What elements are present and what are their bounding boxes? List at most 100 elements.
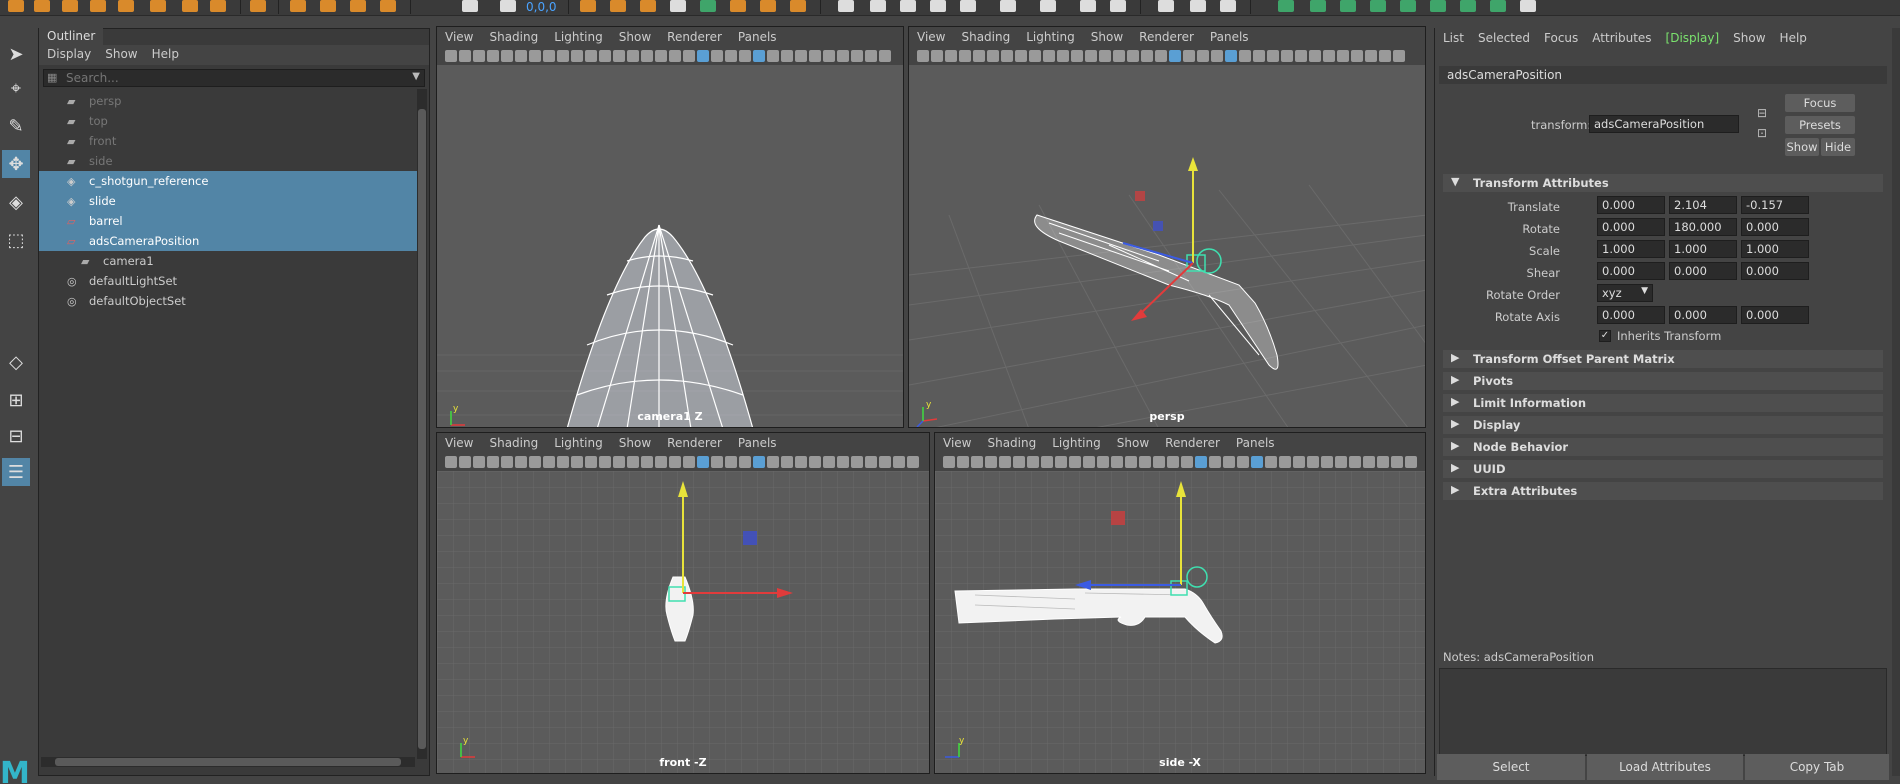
outliner-item[interactable]: ▰ front	[39, 131, 417, 151]
shelf-split-icon[interactable]	[760, 0, 776, 12]
shelf-merge-icon[interactable]	[730, 0, 746, 12]
viewport-tool-icon[interactable]	[683, 50, 695, 62]
viewport-tool-icon[interactable]	[1043, 50, 1055, 62]
viewport-tool-icon[interactable]	[1251, 456, 1263, 468]
vp-menu-show[interactable]: Show	[1091, 30, 1123, 44]
viewport-tool-icon[interactable]	[697, 50, 709, 62]
viewport-tool-icon[interactable]	[795, 50, 807, 62]
vp-menu-renderer[interactable]: Renderer	[667, 30, 722, 44]
outliner-item[interactable]: ▰ persp	[39, 91, 417, 111]
show-button[interactable]: Show	[1785, 138, 1819, 156]
viewport-tool-icon[interactable]	[1111, 456, 1123, 468]
select-tool-icon[interactable]: ➤	[2, 40, 30, 68]
viewport-tool-icon[interactable]	[669, 456, 681, 468]
outliner-search-input[interactable]	[66, 71, 386, 85]
viewport-tool-icon[interactable]	[837, 50, 849, 62]
section-pivots[interactable]: ▶ Pivots	[1443, 372, 1883, 390]
four-view-layout-icon[interactable]: ⊞	[2, 386, 30, 414]
viewport-camera1[interactable]: View Shading Lighting Show Renderer Pane…	[436, 26, 904, 428]
viewport-tool-icon[interactable]	[501, 456, 513, 468]
viewport-tool-icon[interactable]	[1293, 456, 1305, 468]
viewport-canvas[interactable]: y persp	[909, 65, 1425, 427]
section-offset-parent-matrix[interactable]: ▶ Transform Offset Parent Matrix	[1443, 350, 1883, 368]
viewport-canvas[interactable]: y front -Z	[437, 471, 929, 773]
chevron-down-icon[interactable]: ▼	[412, 71, 420, 82]
viewport-tool-icon[interactable]	[613, 456, 625, 468]
vp-menu-show[interactable]: Show	[1117, 436, 1149, 450]
notes-textarea[interactable]	[1439, 668, 1887, 756]
shelf-uv-layout-icon[interactable]	[1520, 0, 1536, 12]
vp-menu-shading[interactable]: Shading	[987, 436, 1036, 450]
viewport-tool-icon[interactable]	[459, 50, 471, 62]
shear-x-field[interactable]: 0.000	[1597, 262, 1665, 280]
shelf-triangulate-icon[interactable]	[870, 0, 886, 12]
outliner-vertical-scrollbar[interactable]	[417, 89, 427, 759]
shelf-extrude-icon[interactable]	[700, 0, 716, 12]
transform-name-field[interactable]: adsCameraPosition	[1589, 115, 1739, 133]
viewport-tool-icon[interactable]	[1281, 50, 1293, 62]
transform-attributes-section[interactable]: ▼ Transform Attributes	[1443, 174, 1883, 192]
viewport-tool-icon[interactable]	[1029, 50, 1041, 62]
viewport-tool-icon[interactable]	[529, 456, 541, 468]
viewport-tool-icon[interactable]	[1349, 456, 1361, 468]
viewport-tool-icon[interactable]	[1127, 50, 1139, 62]
vp-menu-shading[interactable]: Shading	[961, 30, 1010, 44]
shelf-multicut-icon[interactable]	[1000, 0, 1016, 12]
vp-menu-show[interactable]: Show	[619, 436, 651, 450]
viewport-tool-icon[interactable]	[851, 50, 863, 62]
viewport-tool-icon[interactable]	[931, 50, 943, 62]
viewport-tool-icon[interactable]	[1139, 456, 1151, 468]
attr-menu-show[interactable]: Show	[1733, 31, 1765, 47]
viewport-tool-icon[interactable]	[1027, 456, 1039, 468]
viewport-tool-icon[interactable]	[543, 456, 555, 468]
viewport-tool-icon[interactable]	[1323, 50, 1335, 62]
outliner-item[interactable]: ◈ slide	[39, 191, 417, 211]
rotate-axis-z-field[interactable]: 0.000	[1741, 306, 1809, 324]
viewport-tool-icon[interactable]	[711, 456, 723, 468]
scale-y-field[interactable]: 1.000	[1669, 240, 1737, 258]
viewport-tool-icon[interactable]	[893, 456, 905, 468]
shelf-connect-icon[interactable]	[1080, 0, 1096, 12]
viewport-side[interactable]: View Shading Lighting Show Renderer Pane…	[934, 432, 1426, 774]
hide-button[interactable]: Hide	[1821, 138, 1855, 156]
viewport-tool-icon[interactable]	[1377, 456, 1389, 468]
attr-menu-focus[interactable]: Focus	[1544, 31, 1578, 47]
vp-menu-renderer[interactable]: Renderer	[667, 436, 722, 450]
viewport-tool-icon[interactable]	[1015, 50, 1027, 62]
viewport-tool-icon[interactable]	[1055, 456, 1067, 468]
viewport-tool-icon[interactable]	[445, 50, 457, 62]
viewport-tool-icon[interactable]	[459, 456, 471, 468]
viewport-tool-icon[interactable]	[543, 50, 555, 62]
viewport-front[interactable]: View Shading Lighting Show Renderer Pane…	[436, 432, 930, 774]
shelf-insert-loop-icon[interactable]	[960, 0, 976, 12]
viewport-tool-icon[interactable]	[529, 50, 541, 62]
shelf-uv-cut-icon[interactable]	[1430, 0, 1446, 12]
viewport-tool-icon[interactable]	[1335, 456, 1347, 468]
shelf-target-weld-icon[interactable]	[1040, 0, 1056, 12]
viewport-tool-icon[interactable]	[959, 50, 971, 62]
shelf-circle-icon[interactable]	[580, 0, 596, 12]
plane-handle-xy[interactable]	[743, 531, 757, 545]
vp-menu-show[interactable]: Show	[619, 30, 651, 44]
viewport-tool-icon[interactable]	[1211, 50, 1223, 62]
shelf-disc-icon[interactable]	[182, 0, 198, 12]
viewport-tool-icon[interactable]	[1393, 50, 1405, 62]
outliner-horizontal-scrollbar[interactable]	[41, 757, 415, 767]
outliner-item[interactable]: ◎ defaultLightSet	[39, 271, 417, 291]
viewport-tool-icon[interactable]	[473, 50, 485, 62]
shelf-pen-icon[interactable]	[1158, 0, 1174, 12]
viewport-tool-icon[interactable]	[655, 456, 667, 468]
scale-tool-icon[interactable]: ⬚	[2, 226, 30, 254]
viewport-tool-icon[interactable]	[1239, 50, 1251, 62]
viewport-tool-icon[interactable]	[1085, 50, 1097, 62]
viewport-tool-icon[interactable]	[515, 456, 527, 468]
outliner-item[interactable]: ▱ barrel	[39, 211, 417, 231]
vp-menu-shading[interactable]: Shading	[489, 436, 538, 450]
select-button[interactable]: Select	[1437, 754, 1585, 780]
shelf-uv-sphere-icon[interactable]	[1370, 0, 1386, 12]
viewport-tool-icon[interactable]	[767, 50, 779, 62]
presets-button[interactable]: Presets	[1785, 116, 1855, 134]
viewport-tool-icon[interactable]	[1083, 456, 1095, 468]
viewport-tool-icon[interactable]	[1125, 456, 1137, 468]
viewport-tool-icon[interactable]	[473, 456, 485, 468]
